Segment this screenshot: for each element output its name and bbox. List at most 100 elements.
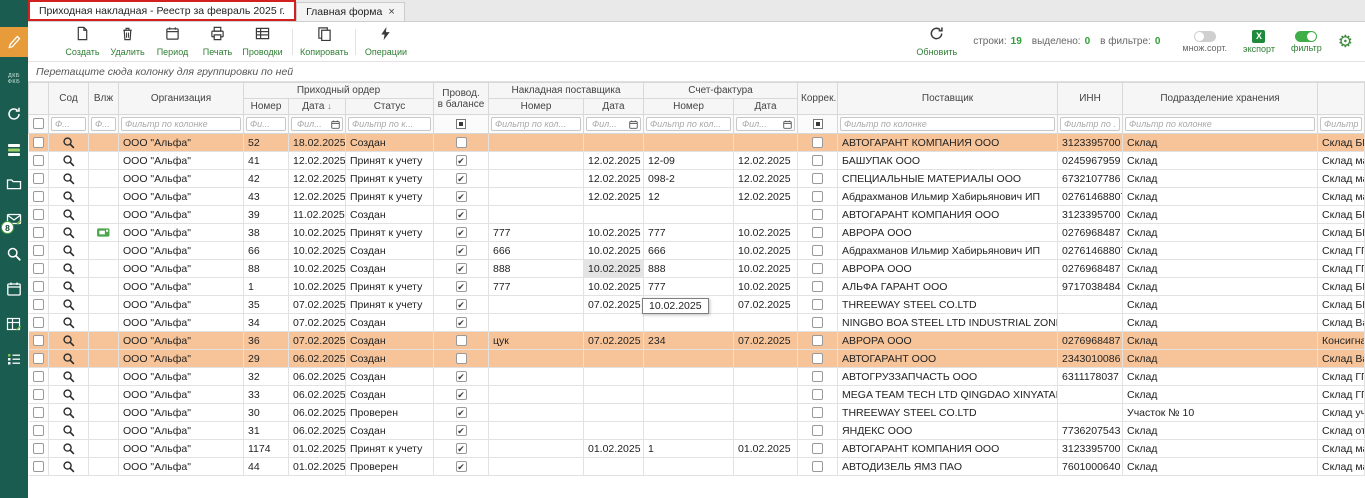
warehouse-column-header[interactable]: [1318, 83, 1365, 115]
correction-checkbox[interactable]: [812, 371, 823, 382]
posted-column-header[interactable]: Провод. в балансе: [434, 83, 489, 115]
supplier-column-header[interactable]: Поставщик: [838, 83, 1058, 115]
correction-checkbox[interactable]: [812, 191, 823, 202]
posted-cell[interactable]: ✔: [434, 260, 489, 278]
posted-cell[interactable]: ✔: [434, 206, 489, 224]
posted-checkbox[interactable]: ✔: [456, 245, 467, 256]
filter-supplier-invoice-date-input[interactable]: [589, 118, 628, 130]
copy-button[interactable]: Копировать: [300, 24, 348, 60]
sidebar-item-logo[interactable]: ДКБ ФКБ: [0, 69, 28, 89]
sidebar-item-tasks[interactable]: [0, 349, 28, 369]
open-record-cell[interactable]: [49, 332, 89, 350]
table-row[interactable]: ООО "Альфа"8810.02.2025Создан✔88810.02.2…: [29, 260, 1365, 278]
filter-warehouse-input[interactable]: [1320, 117, 1362, 131]
correction-cell[interactable]: [798, 242, 838, 260]
correction-cell[interactable]: [798, 260, 838, 278]
posted-checkbox[interactable]: ✔: [456, 317, 467, 328]
open-record-cell[interactable]: [49, 404, 89, 422]
tab-incoming-invoice-registry[interactable]: Приходная накладная - Реестр за февраль …: [28, 0, 296, 21]
grouping-drop-zone[interactable]: Перетащите сюда колонку для группировки …: [28, 62, 1365, 82]
supplier-invoice-date-header[interactable]: Дата: [584, 99, 644, 115]
invoice-date-header[interactable]: Дата: [734, 99, 798, 115]
posted-checkbox[interactable]: ✔: [456, 425, 467, 436]
row-select-cell[interactable]: [29, 404, 49, 422]
correction-cell[interactable]: [798, 134, 838, 152]
row-select-cell[interactable]: [29, 134, 49, 152]
table-row[interactable]: ООО "Альфа"117401.02.2025Принят к учету✔…: [29, 440, 1365, 458]
row-select-cell[interactable]: [29, 386, 49, 404]
filter-order-number-input[interactable]: [246, 117, 286, 131]
posted-cell[interactable]: ✔: [434, 152, 489, 170]
create-button[interactable]: Создать: [60, 24, 105, 60]
filter-status-input[interactable]: [348, 117, 431, 131]
table-row[interactable]: ООО "Альфа"3407.02.2025Создан✔NINGBO BOA…: [29, 314, 1365, 332]
posted-checkbox[interactable]: ✔: [456, 389, 467, 400]
order-status-header[interactable]: Статус: [346, 99, 434, 115]
sidebar-item-calendar[interactable]: [0, 279, 28, 299]
posted-checkbox[interactable]: [456, 335, 467, 346]
attachments-column-header[interactable]: Влж: [89, 83, 119, 115]
correction-cell[interactable]: [798, 170, 838, 188]
postings-button[interactable]: Проводки: [240, 24, 285, 60]
row-select-cell[interactable]: [29, 170, 49, 188]
correction-checkbox[interactable]: [812, 425, 823, 436]
posted-checkbox[interactable]: ✔: [456, 191, 467, 202]
correction-checkbox[interactable]: [812, 443, 823, 454]
open-record-cell[interactable]: [49, 188, 89, 206]
correction-checkbox[interactable]: [812, 245, 823, 256]
table-row[interactable]: ООО "Альфа"6610.02.2025Создан✔66610.02.2…: [29, 242, 1365, 260]
correction-filter-checkbox[interactable]: [813, 119, 823, 129]
open-record-cell[interactable]: [49, 386, 89, 404]
open-record-cell[interactable]: [49, 152, 89, 170]
posted-cell[interactable]: ✔: [434, 422, 489, 440]
table-row[interactable]: ООО "Альфа"4112.02.2025Принят к учету✔12…: [29, 152, 1365, 170]
correction-cell[interactable]: [798, 188, 838, 206]
correction-cell[interactable]: [798, 368, 838, 386]
row-select-cell[interactable]: [29, 206, 49, 224]
row-checkbox[interactable]: [33, 371, 44, 382]
filter-content-input[interactable]: [51, 117, 86, 131]
open-record-cell[interactable]: [49, 422, 89, 440]
table-row[interactable]: ООО "Альфа"3607.02.2025Созданцук07.02.20…: [29, 332, 1365, 350]
row-select-cell[interactable]: [29, 188, 49, 206]
posted-checkbox[interactable]: [456, 137, 467, 148]
open-record-cell[interactable]: [49, 206, 89, 224]
table-row[interactable]: ООО "Альфа"3810.02.2025Принят к учету✔77…: [29, 224, 1365, 242]
row-checkbox[interactable]: [33, 155, 44, 166]
open-record-cell[interactable]: [49, 458, 89, 476]
row-checkbox[interactable]: [33, 227, 44, 238]
row-checkbox[interactable]: [33, 263, 44, 274]
correction-cell[interactable]: [798, 224, 838, 242]
order-number-header[interactable]: Номер: [244, 99, 289, 115]
correction-cell[interactable]: [798, 206, 838, 224]
sidebar-item-edit[interactable]: [0, 27, 28, 57]
invoice-group-header[interactable]: Счет-фактура: [644, 83, 798, 99]
table-row[interactable]: ООО "Альфа"3006.02.2025Проверен✔THREEWAY…: [29, 404, 1365, 422]
filter-supplier-invoice-number-input[interactable]: [491, 117, 581, 131]
order-group-header[interactable]: Приходный ордер: [244, 83, 434, 99]
row-checkbox[interactable]: [33, 353, 44, 364]
posted-checkbox[interactable]: ✔: [456, 155, 467, 166]
posted-cell[interactable]: ✔: [434, 458, 489, 476]
correction-cell[interactable]: [798, 404, 838, 422]
table-row[interactable]: ООО "Альфа"3911.02.2025Создан✔АВТОГАРАНТ…: [29, 206, 1365, 224]
row-select-cell[interactable]: [29, 440, 49, 458]
row-checkbox[interactable]: [33, 281, 44, 292]
row-select-cell[interactable]: [29, 260, 49, 278]
print-button[interactable]: Печать: [195, 24, 240, 60]
correction-cell[interactable]: [798, 278, 838, 296]
table-row[interactable]: ООО "Альфа"4212.02.2025Принят к учету✔12…: [29, 170, 1365, 188]
open-record-cell[interactable]: [49, 440, 89, 458]
posted-cell[interactable]: ✔: [434, 314, 489, 332]
posted-filter-checkbox[interactable]: [456, 119, 466, 129]
row-checkbox[interactable]: [33, 191, 44, 202]
row-select-cell[interactable]: [29, 422, 49, 440]
posted-cell[interactable]: ✔: [434, 170, 489, 188]
filter-supplier-input[interactable]: [840, 117, 1055, 131]
row-checkbox[interactable]: [33, 173, 44, 184]
posted-cell[interactable]: ✔: [434, 404, 489, 422]
invoice-number-header[interactable]: Номер: [644, 99, 734, 115]
posted-checkbox[interactable]: ✔: [456, 281, 467, 292]
open-record-cell[interactable]: [49, 296, 89, 314]
row-checkbox[interactable]: [33, 299, 44, 310]
